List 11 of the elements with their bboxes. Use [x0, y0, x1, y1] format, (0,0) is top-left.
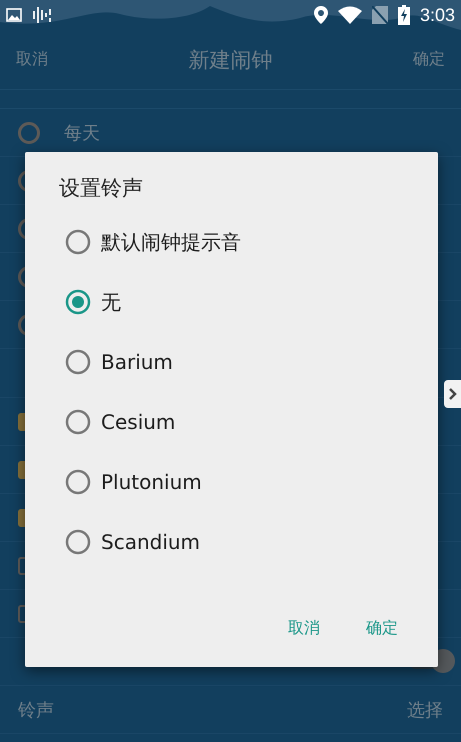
ringtone-option[interactable]: Scandium: [25, 512, 438, 572]
clock-time: 3:03: [420, 4, 455, 26]
ringtone-option[interactable]: 无: [25, 272, 438, 332]
dialog-title: 设置铃声: [59, 175, 144, 202]
screen-title: 新建闹钟: [188, 46, 272, 74]
ringtone-option[interactable]: Barium: [25, 332, 438, 392]
setting-label: 铃声: [18, 698, 54, 722]
ringtone-option[interactable]: Cesium: [25, 392, 438, 452]
option-label: 每天: [64, 122, 100, 144]
ringtone-option[interactable]: 默认闹钟提示音: [25, 212, 438, 272]
ringtone-option[interactable]: Plutonium: [25, 452, 438, 512]
